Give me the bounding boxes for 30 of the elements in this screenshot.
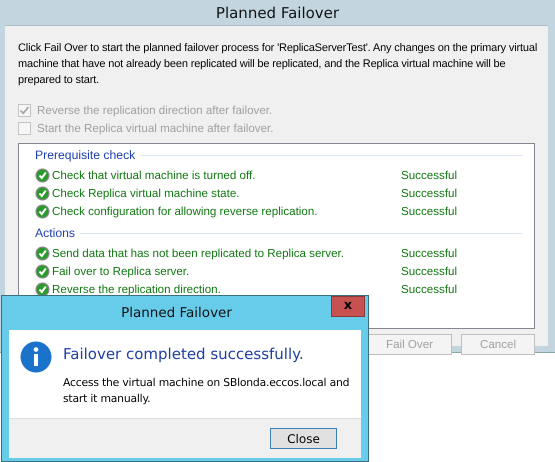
step-status: Successful [401, 264, 458, 278]
close-icon[interactable]: x [331, 296, 365, 317]
success-check-icon [35, 204, 50, 218]
step-status: Successful [401, 246, 458, 260]
success-check-icon [35, 246, 50, 260]
dialog-title: Planned Failover [120, 304, 233, 323]
close-button[interactable]: Close [270, 428, 337, 449]
success-check-icon [35, 264, 50, 278]
step-text: Send data that has not been replicated to Replica server. [52, 246, 345, 260]
description-text: Click Fail Over to start the planned failover process for 'ReplicaServerTest'. Any changes on the primary virtual machine that have not already been replicated will be replicated, and the Replica virtual machine will be prepared to start. [18, 41, 538, 88]
info-icon [20, 341, 52, 373]
step-status: Successful [401, 186, 458, 200]
step-text: Reverse the replication direction. [52, 282, 222, 296]
option-label: Start the Replica virtual machine after failover. [37, 122, 274, 134]
step-text: Check that virtual machine is turned off. [52, 168, 256, 182]
option-label: Reverse the replication direction after failover. [37, 104, 272, 116]
success-check-icon [35, 282, 50, 296]
section-heading: Actions [35, 226, 75, 240]
success-check-icon [35, 186, 50, 200]
section-heading: Prerequisite check [35, 148, 136, 162]
dialog-heading: Failover completed successfully. [63, 345, 305, 363]
step-text: Fail over to Replica server. [52, 264, 190, 278]
step-text: Check Replica virtual machine state. [52, 186, 241, 200]
step-text: Check configuration for allowing reverse replication. [52, 204, 319, 218]
dialog-message: Access the virtual machine on SBlonda.eccos.local and start it manually. [63, 375, 350, 407]
step-status: Successful [401, 282, 458, 296]
step-status: Successful [401, 204, 458, 218]
step-status: Successful [401, 168, 458, 182]
window-title: Planned Failover [216, 4, 340, 22]
success-check-icon [35, 168, 50, 182]
